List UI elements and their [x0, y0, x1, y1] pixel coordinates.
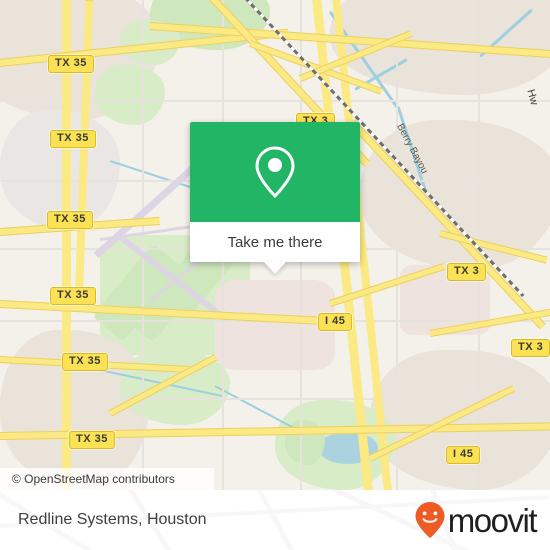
map-canvas[interactable]: TX 35 TX 35 TX 35 TX 35 TX 35 TX 35 TX 3…: [0, 0, 550, 490]
road-shield: TX 35: [69, 431, 115, 449]
road-shield: TX 35: [48, 55, 94, 73]
road-shield: TX 35: [47, 211, 93, 229]
take-me-there-button[interactable]: Take me there: [227, 234, 322, 251]
moovit-smiley-pin-icon: [415, 502, 445, 538]
road-shield: TX 35: [50, 130, 96, 148]
road-shield: TX 35: [50, 287, 96, 305]
map-pin-icon: [255, 146, 295, 199]
card-pointer-tail: [264, 262, 286, 274]
map-attribution[interactable]: © OpenStreetMap contributors: [0, 468, 214, 490]
card-action-area[interactable]: Take me there: [190, 222, 360, 262]
moovit-wordmark: moovit: [447, 501, 538, 539]
minor-road: [396, 0, 398, 490]
road-shield: I 45: [446, 446, 481, 464]
road-shield: TX 3: [511, 339, 550, 357]
road-shield: I 45: [318, 313, 353, 331]
road-shield: TX 35: [62, 353, 108, 371]
minor-road: [0, 398, 550, 400]
highway-tx35: [62, 0, 71, 490]
map-screenshot: TX 35 TX 35 TX 35 TX 35 TX 35 TX 35 TX 3…: [0, 0, 550, 550]
road-shield: TX 3: [447, 263, 487, 281]
destination-card[interactable]: Take me there: [190, 122, 360, 274]
footer-bar: Redline Systems, Houston moovit: [0, 490, 550, 550]
landuse-park: [95, 65, 165, 125]
place-title: Redline Systems, Houston: [18, 511, 207, 528]
minor-road: [142, 0, 144, 490]
attribution-text: © OpenStreetMap contributors: [12, 472, 175, 486]
card-image-area: [190, 122, 360, 222]
moovit-logo[interactable]: moovit: [414, 501, 538, 539]
landuse-retail: [215, 280, 335, 370]
